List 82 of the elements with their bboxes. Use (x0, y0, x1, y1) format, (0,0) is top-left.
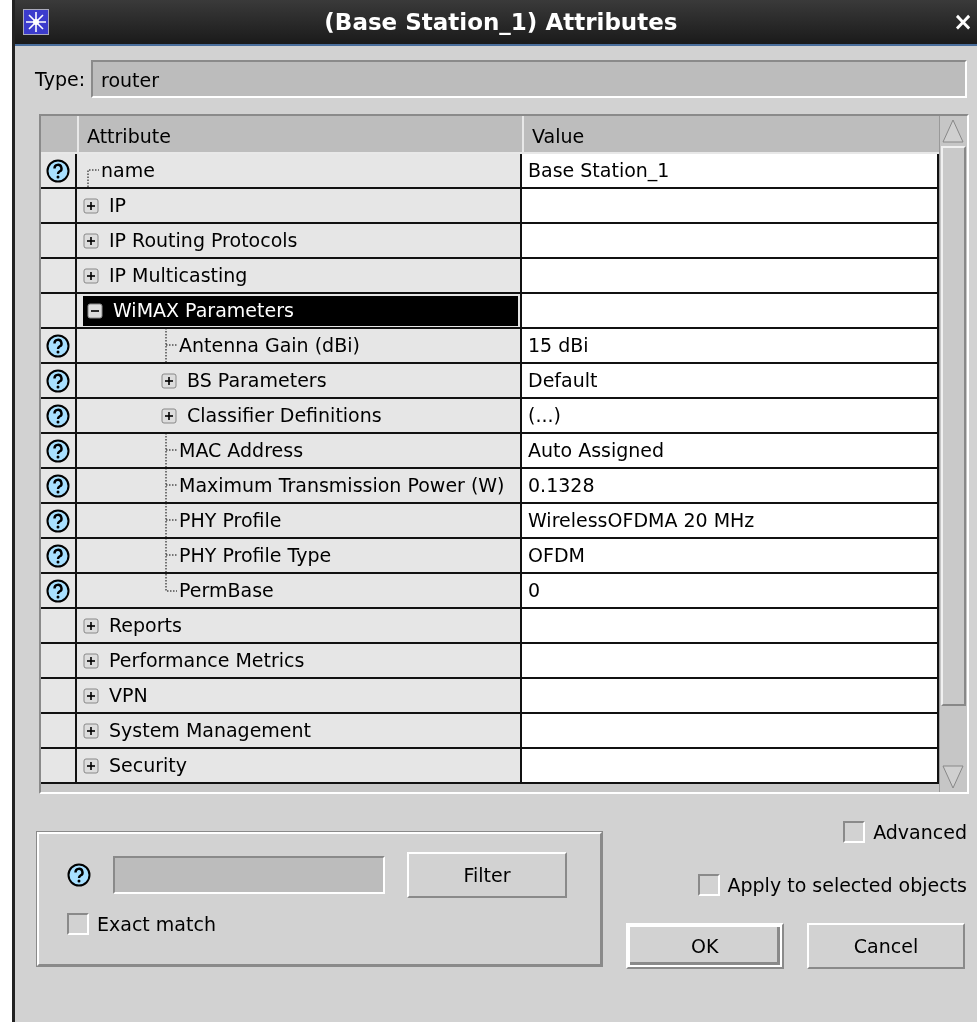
collapse-icon[interactable] (87, 302, 103, 319)
tree-item[interactable]: PHY Profile Type (177, 541, 334, 570)
type-field[interactable]: router (91, 60, 967, 98)
help-icon (46, 438, 70, 463)
expand-icon[interactable] (161, 372, 177, 389)
expand-icon[interactable] (83, 652, 99, 669)
value-cell[interactable]: 15 dBi (522, 329, 939, 362)
column-header[interactable]: Attribute (77, 116, 522, 152)
tree-item[interactable]: PermBase (177, 576, 276, 605)
tree-item[interactable]: IP Routing Protocols (107, 226, 300, 255)
scrollbar[interactable] (939, 116, 967, 792)
expand-icon[interactable] (83, 617, 99, 634)
tree-line (165, 434, 177, 467)
checkbox[interactable] (697, 873, 720, 896)
filter-field[interactable] (113, 856, 385, 894)
tree-item[interactable]: Antenna Gain (dBi) (177, 331, 362, 360)
value-cell[interactable] (522, 749, 939, 782)
tree-item[interactable]: Classifier Definitions (185, 401, 384, 430)
expand-icon[interactable] (161, 407, 177, 424)
value-cell[interactable]: OFDM (522, 539, 939, 572)
app-icon (23, 9, 49, 35)
tree-item[interactable]: Maximum Transmission Power (W) (177, 471, 507, 500)
value-cell[interactable]: Default (522, 364, 939, 397)
value-cell[interactable]: (...) (522, 399, 939, 432)
help-icon (46, 473, 70, 498)
tree-item[interactable]: Security (107, 751, 190, 780)
tree-line (87, 169, 99, 187)
value-cell[interactable] (522, 679, 939, 712)
expand-icon[interactable] (83, 267, 99, 284)
value-cell[interactable]: Auto Assigned (522, 434, 939, 467)
help-icon (46, 543, 70, 568)
help-icon (46, 508, 70, 533)
checkbox[interactable] (67, 913, 89, 936)
checkbox[interactable] (843, 821, 866, 844)
tree-line (165, 574, 177, 592)
tree-item[interactable]: WiMAX Parameters (83, 295, 518, 326)
help-icon (67, 863, 91, 887)
tree-item[interactable]: VPN (107, 681, 150, 710)
help-icon (46, 158, 70, 183)
tree-line (165, 539, 177, 572)
type-label: Type: (35, 66, 86, 92)
cancel-button[interactable]: Cancel (807, 923, 965, 969)
close-button[interactable]: × (952, 10, 977, 34)
value-cell[interactable]: Base Station_1 (522, 154, 939, 187)
tree-item[interactable]: IP (107, 191, 129, 220)
value-cell[interactable]: WirelessOFDMA 20 MHz (522, 504, 939, 537)
expand-icon[interactable] (83, 687, 99, 704)
tree-item[interactable]: System Management (107, 716, 314, 745)
expand-icon[interactable] (83, 232, 99, 249)
value-cell[interactable] (522, 189, 939, 222)
value-cell[interactable] (522, 224, 939, 257)
ok-button[interactable]: OK (625, 923, 784, 969)
help-icon (46, 333, 70, 358)
expand-icon[interactable] (83, 722, 99, 739)
tree-item[interactable]: Reports (107, 611, 184, 640)
expand-icon[interactable] (83, 197, 99, 214)
value-cell[interactable] (522, 294, 939, 327)
value-cell[interactable] (522, 644, 939, 677)
value-cell[interactable]: 0 (522, 574, 939, 607)
value-cell[interactable] (522, 714, 939, 747)
tree-item[interactable]: PHY Profile (177, 506, 284, 535)
tree-item[interactable]: IP Multicasting (107, 261, 250, 290)
tree-item[interactable]: Performance Metrics (107, 646, 307, 675)
help-icon (46, 578, 70, 603)
value-cell[interactable] (522, 259, 939, 292)
tree-line (165, 469, 177, 502)
tree-item[interactable]: name (99, 156, 157, 185)
value-cell[interactable]: 0.1328 (522, 469, 939, 502)
expand-icon[interactable] (83, 757, 99, 774)
tree-line (165, 329, 177, 362)
checkbox-label[interactable]: Apply to selected objects (727, 870, 967, 899)
checkbox-label[interactable]: Advanced (873, 818, 967, 847)
value-cell[interactable] (522, 609, 939, 642)
scroll-thumb[interactable] (941, 146, 966, 706)
checkbox-label[interactable]: Exact match (97, 910, 216, 939)
help-icon (46, 368, 70, 393)
tree-item[interactable]: BS Parameters (185, 366, 329, 395)
window-title: (Base Station_1) Attributes (323, 7, 679, 37)
tree-item[interactable]: MAC Address (177, 436, 306, 465)
filter-button[interactable]: Filter (407, 852, 567, 898)
tree-line (165, 504, 177, 537)
help-icon (46, 403, 70, 428)
